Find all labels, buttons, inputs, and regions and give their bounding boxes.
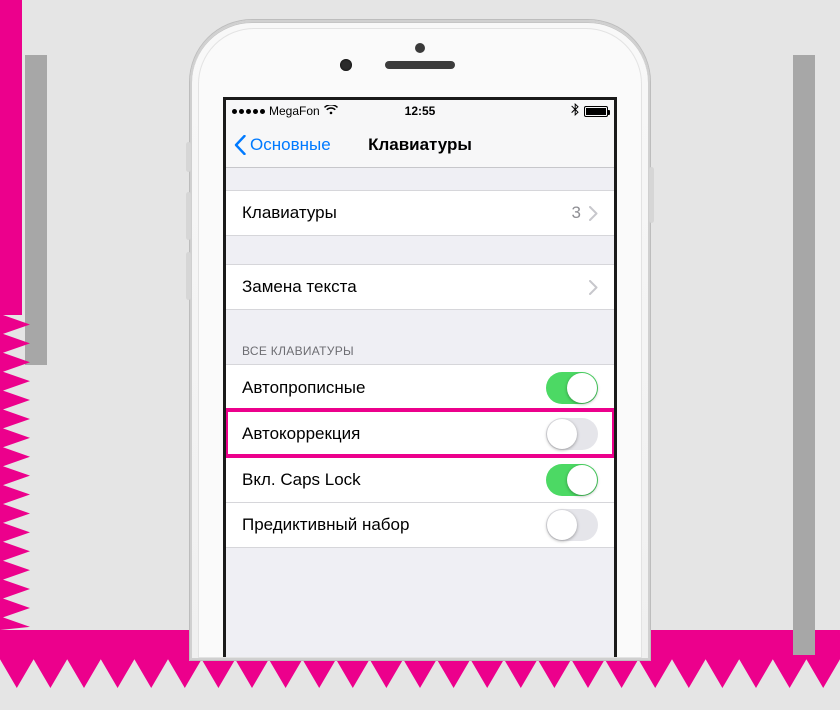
back-label: Основные bbox=[250, 135, 331, 155]
frame-bar-right bbox=[793, 55, 815, 655]
volume-down-button bbox=[186, 252, 191, 300]
signal-dots-icon bbox=[232, 109, 265, 114]
iphone-device: MegaFon 12:55 Основные bbox=[190, 20, 650, 660]
chevron-right-icon bbox=[589, 206, 598, 221]
pink-stamp-left-teeth bbox=[0, 315, 30, 630]
volume-up-button bbox=[186, 192, 191, 240]
row-text-replacement[interactable]: Замена текста bbox=[226, 264, 614, 310]
pink-stamp-left bbox=[0, 0, 22, 315]
mute-switch bbox=[186, 142, 191, 172]
row-keyboards[interactable]: Клавиатуры 3 bbox=[226, 190, 614, 236]
iphone-bezel: MegaFon 12:55 Основные bbox=[198, 28, 642, 658]
toggle-predictive[interactable] bbox=[546, 509, 598, 541]
back-button[interactable]: Основные bbox=[234, 135, 331, 155]
nav-bar: Основные Клавиатуры bbox=[226, 122, 614, 168]
clock-label: 12:55 bbox=[405, 104, 436, 118]
row-label: Клавиатуры bbox=[242, 203, 572, 223]
power-button bbox=[649, 167, 654, 223]
pink-stamp-bottom-teeth bbox=[0, 656, 840, 688]
row-label: Замена текста bbox=[242, 277, 589, 297]
group-all-keyboards: ВСЕ КЛАВИАТУРЫ Автопрописные Автокоррекц… bbox=[226, 338, 614, 548]
frame-bar-left bbox=[25, 55, 47, 365]
front-camera bbox=[340, 59, 352, 71]
row-enable-caps-lock[interactable]: Вкл. Caps Lock bbox=[226, 456, 614, 502]
row-auto-capitalization[interactable]: Автопрописные bbox=[226, 364, 614, 410]
toggle-auto-correction[interactable] bbox=[546, 418, 598, 450]
row-label: Предиктивный набор bbox=[242, 515, 546, 535]
group-keyboards: Клавиатуры 3 bbox=[226, 190, 614, 236]
wifi-icon bbox=[324, 104, 338, 118]
chevron-left-icon bbox=[234, 135, 246, 155]
section-header: ВСЕ КЛАВИАТУРЫ bbox=[226, 338, 614, 364]
proximity-sensor bbox=[415, 43, 425, 53]
row-predictive[interactable]: Предиктивный набор bbox=[226, 502, 614, 548]
status-bar: MegaFon 12:55 bbox=[226, 100, 614, 122]
nav-title: Клавиатуры bbox=[368, 135, 472, 155]
row-label: Автопрописные bbox=[242, 378, 546, 398]
carrier-label: MegaFon bbox=[269, 104, 320, 118]
toggle-caps-lock[interactable] bbox=[546, 464, 598, 496]
earpiece-speaker bbox=[385, 61, 455, 69]
row-detail-count: 3 bbox=[572, 203, 581, 223]
row-label: Автокоррекция bbox=[242, 424, 546, 444]
row-label: Вкл. Caps Lock bbox=[242, 470, 546, 490]
screen: MegaFon 12:55 Основные bbox=[223, 97, 617, 657]
chevron-right-icon bbox=[589, 280, 598, 295]
bluetooth-icon bbox=[571, 103, 579, 119]
toggle-auto-capitalization[interactable] bbox=[546, 372, 598, 404]
group-text-replace: Замена текста bbox=[226, 264, 614, 310]
battery-icon bbox=[584, 106, 608, 117]
row-auto-correction[interactable]: Автокоррекция bbox=[226, 410, 614, 456]
